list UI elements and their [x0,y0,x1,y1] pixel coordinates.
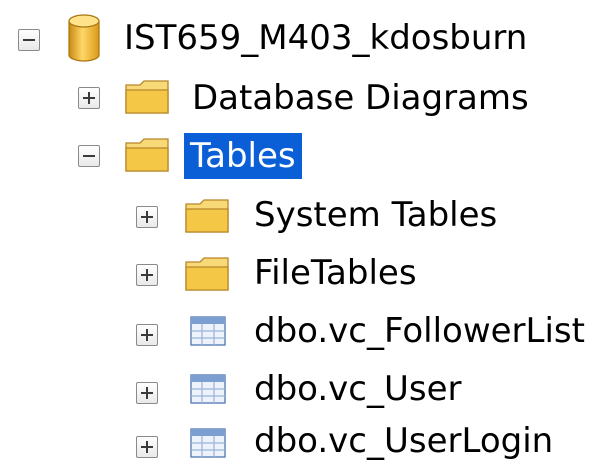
tree-node-database[interactable]: IST659_M403_kdosburn [0,12,600,68]
tree-node-tables[interactable]: Tables [0,128,600,184]
folder-label-filetables[interactable]: FileTables [248,250,423,296]
folder-icon [124,79,170,119]
collapse-toggle-icon[interactable] [78,145,100,167]
table-icon [190,374,226,408]
tree-node-database-diagrams[interactable]: Database Diagrams [0,70,600,126]
database-name-label[interactable]: IST659_M403_kdosburn [118,15,533,61]
expand-toggle-icon[interactable] [136,206,158,228]
folder-label-system-tables[interactable]: System Tables [248,192,503,238]
folder-icon [184,256,230,296]
database-cylinder-icon [66,12,102,68]
expand-toggle-icon[interactable] [136,324,158,346]
table-label-user[interactable]: dbo.vc_User [248,366,468,412]
folder-label-database-diagrams[interactable]: Database Diagrams [186,75,535,121]
table-icon [190,316,226,350]
table-label-user-login[interactable]: dbo.vc_UserLogin [248,418,559,464]
expand-toggle-icon[interactable] [78,87,100,109]
collapse-toggle-icon[interactable] [18,29,40,51]
table-label-follower-list[interactable]: dbo.vc_FollowerList [248,308,591,354]
folder-icon [124,137,170,177]
expand-toggle-icon[interactable] [136,436,158,458]
folder-label-tables[interactable]: Tables [184,133,302,179]
folder-icon [184,198,230,238]
object-explorer-tree: IST659_M403_kdosburn Database Diagrams T… [0,0,600,470]
tree-node-table-follower-list[interactable]: dbo.vc_FollowerList [0,302,600,358]
expand-toggle-icon[interactable] [136,264,158,286]
tree-node-filetables[interactable]: FileTables [0,244,600,300]
expand-toggle-icon[interactable] [136,382,158,404]
tree-node-system-tables[interactable]: System Tables [0,186,600,242]
tree-node-table-user-login[interactable]: dbo.vc_UserLogin [0,414,600,470]
table-icon [190,428,226,462]
tree-node-table-user[interactable]: dbo.vc_User [0,360,600,416]
